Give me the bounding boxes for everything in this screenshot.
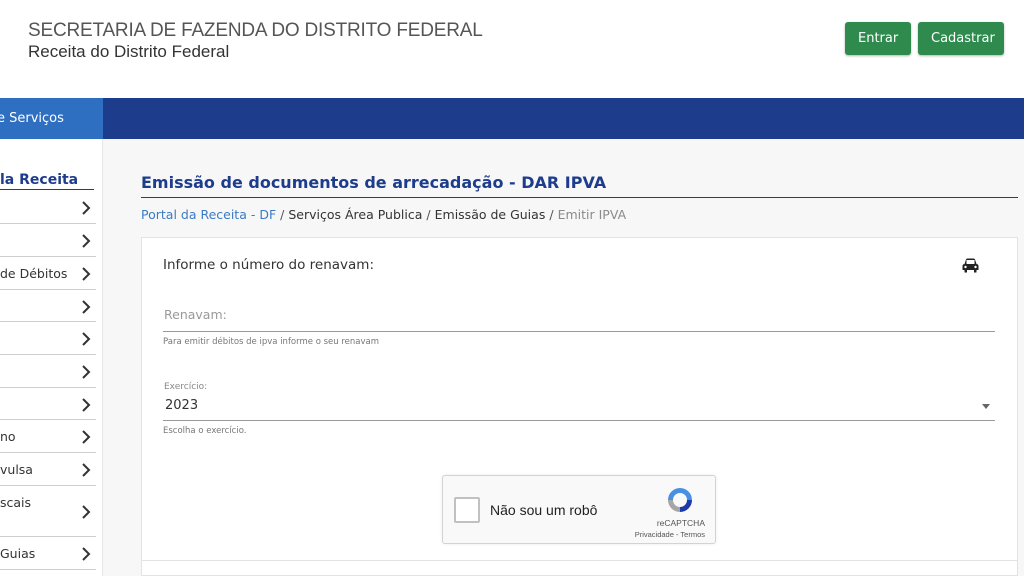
org-subtitle: Receita do Distrito Federal xyxy=(28,42,230,61)
sidebar-item[interactable] xyxy=(0,290,96,322)
org-name: SECRETARIA DE FAZENDA DO DISTRITO FEDERA… xyxy=(28,20,483,41)
breadcrumb: Portal da Receita - DF / Serviços Área Pub… xyxy=(141,207,626,222)
form-lead-text: Informe o número do renavam: xyxy=(163,257,375,273)
sidebar-item-label: de Débitos xyxy=(0,266,68,281)
top-navbar: e Serviços xyxy=(0,98,1024,139)
breadcrumb-item-servicos[interactable]: Serviços Área Publica xyxy=(288,207,422,222)
chevron-right-icon xyxy=(82,332,91,346)
exercicio-select[interactable]: 2023 xyxy=(165,398,198,413)
renavam-input[interactable]: Renavam: xyxy=(164,307,227,322)
sidebar-item[interactable] xyxy=(0,224,96,257)
chevron-right-icon xyxy=(82,547,91,561)
sidebar-item-label: Guias xyxy=(0,546,36,561)
sidebar-item[interactable]: Guias xyxy=(0,537,96,570)
recaptcha-widget: Não sou um robô reCAPTCHA Privacidade - … xyxy=(442,475,716,544)
sidebar-item[interactable]: scais xyxy=(0,486,96,537)
recaptcha-brand: reCAPTCHA xyxy=(656,518,705,528)
breadcrumb-item-current: Emitir IPVA xyxy=(557,207,627,222)
page-title: Emissão de documentos de arrecadação - D… xyxy=(141,173,607,192)
breadcrumb-item-portal[interactable]: Portal da Receita - DF xyxy=(141,207,276,222)
renavam-input-underline xyxy=(163,331,995,332)
sidebar-item[interactable]: no xyxy=(0,420,96,453)
breadcrumb-separator: / xyxy=(549,207,554,222)
chevron-right-icon xyxy=(82,300,91,314)
recaptcha-logo-icon xyxy=(668,488,692,512)
exercicio-label: Exercício: xyxy=(164,382,208,392)
chevron-right-icon xyxy=(82,234,91,248)
register-button[interactable]: Cadastrar xyxy=(918,22,1004,55)
car-icon xyxy=(962,258,979,273)
chevron-right-icon xyxy=(82,365,91,379)
chevron-right-icon xyxy=(82,505,91,519)
breadcrumb-item-emissao[interactable]: Emissão de Guias xyxy=(435,207,546,222)
renavam-hint: Para emitir débitos de ipva informe o se… xyxy=(163,337,379,347)
sidebar-item-label: scais xyxy=(0,495,32,510)
chevron-right-icon xyxy=(82,463,91,477)
breadcrumb-separator: / xyxy=(280,207,285,222)
exercicio-hint: Escolha o exercício. xyxy=(163,426,247,436)
sidebar-item[interactable] xyxy=(0,190,96,224)
exercicio-select-underline xyxy=(163,420,995,421)
card-divider xyxy=(141,560,1018,561)
sidebar-item-label: no xyxy=(0,429,16,444)
chevron-right-icon xyxy=(82,430,91,444)
recaptcha-terms-link[interactable]: Privacidade - Termos xyxy=(443,530,705,539)
sidebar-item[interactable]: de Débitos xyxy=(0,257,96,290)
sidebar-item[interactable] xyxy=(0,388,96,420)
chevron-right-icon xyxy=(82,398,91,412)
nav-tab-servicos[interactable]: e Serviços xyxy=(0,98,103,139)
page-title-rule xyxy=(141,197,1018,198)
sidebar-item[interactable] xyxy=(0,355,96,388)
sidebar-item[interactable] xyxy=(0,322,96,355)
sidebar-item[interactable]: vulsa xyxy=(0,453,96,486)
sidebar: la Receita de Débitos no vulsa scais Gui… xyxy=(0,139,103,576)
sidebar-title: la Receita xyxy=(0,172,79,188)
recaptcha-label: Não sou um robô xyxy=(490,502,598,518)
chevron-right-icon xyxy=(82,267,91,281)
login-button[interactable]: Entrar xyxy=(845,22,911,55)
dropdown-caret-icon[interactable] xyxy=(982,404,990,409)
breadcrumb-separator: / xyxy=(426,207,431,222)
site-header: SECRETARIA DE FAZENDA DO DISTRITO FEDERA… xyxy=(0,0,1024,98)
sidebar-item-label: vulsa xyxy=(0,462,33,477)
chevron-right-icon xyxy=(82,201,91,215)
